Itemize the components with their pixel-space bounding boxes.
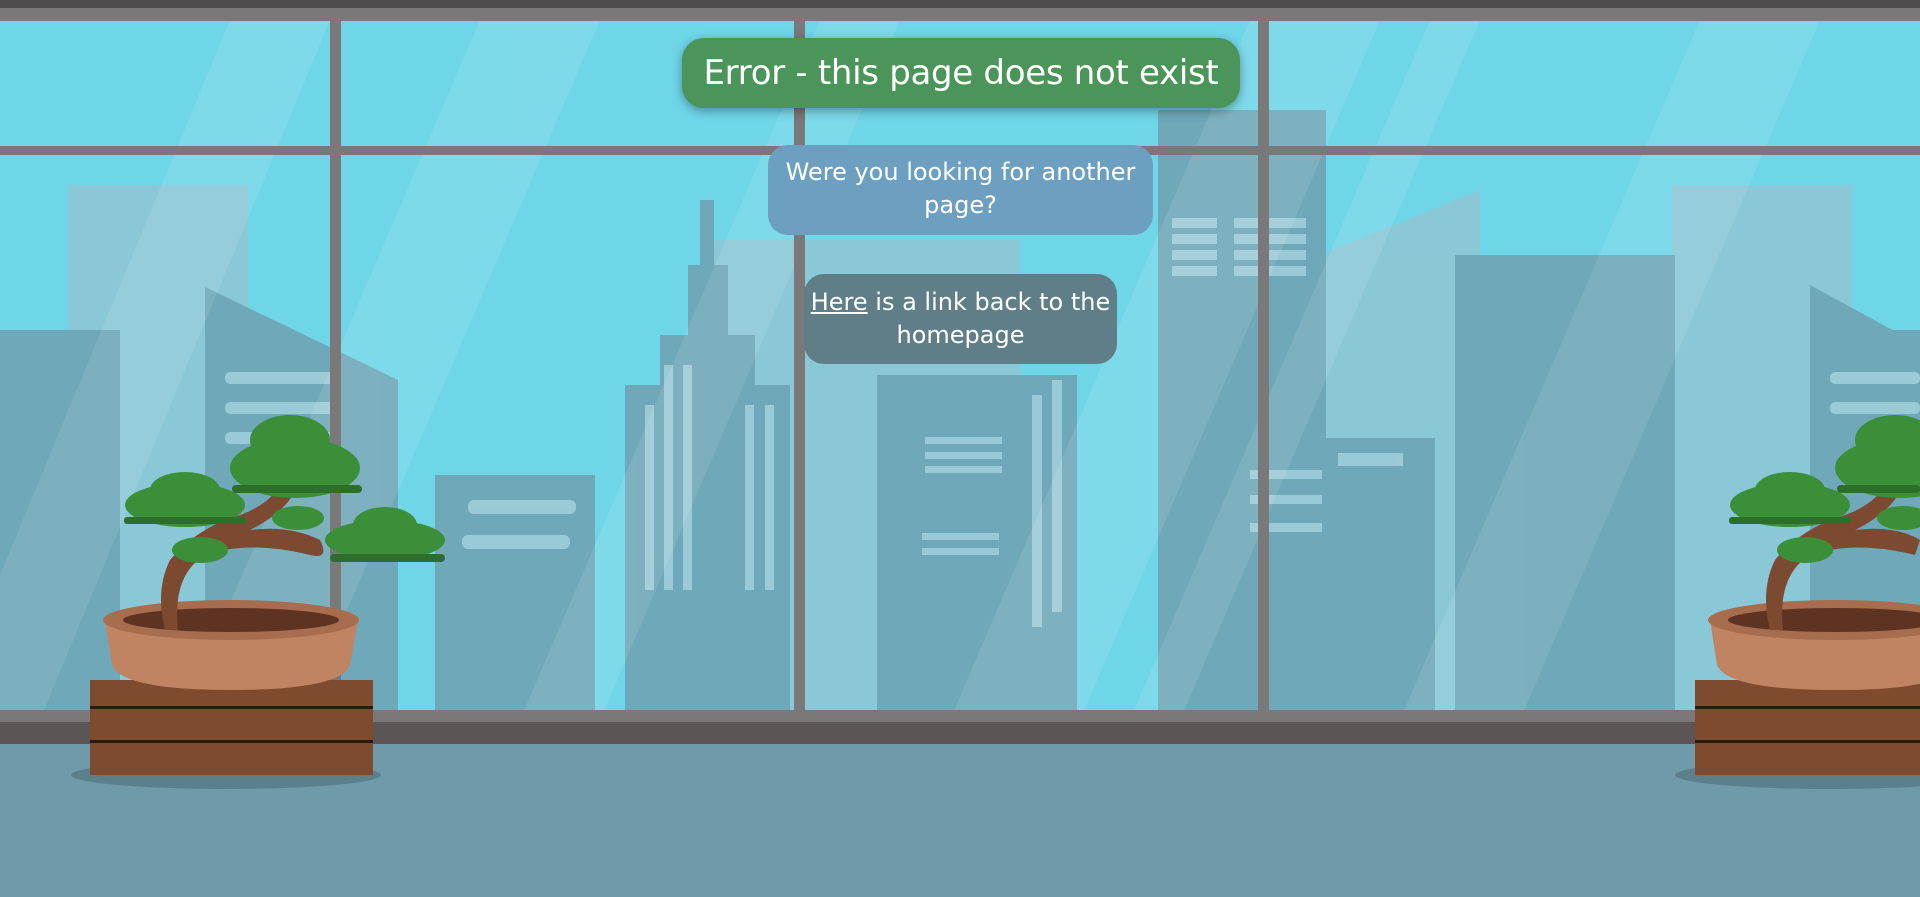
home-link-suffix: is a link back to the homepage — [867, 288, 1111, 349]
office-window-illustration — [0, 0, 1920, 897]
error-title-text: Error - this page does not exist — [703, 53, 1219, 93]
homepage-link[interactable]: Here — [811, 288, 868, 316]
question-text: Were you looking for another page? — [785, 158, 1136, 219]
question-bubble: Were you looking for another page? — [768, 145, 1153, 235]
error-page-scene: Error - this page does not exist Were yo… — [0, 0, 1920, 897]
home-link-bubble: Here is a link back to the homepage — [804, 274, 1117, 364]
error-title-banner: Error - this page does not exist — [682, 38, 1240, 108]
